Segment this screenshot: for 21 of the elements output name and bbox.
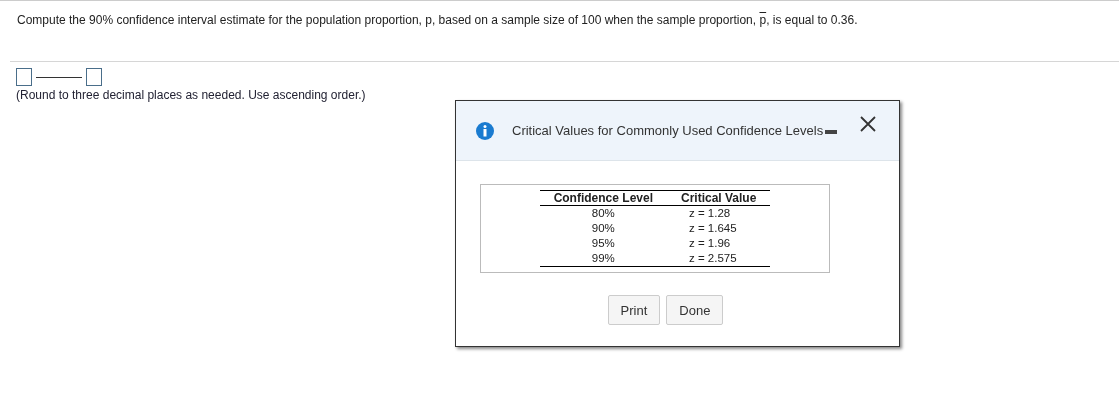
close-icon[interactable] (859, 115, 877, 133)
table-cell-text: 95% (590, 236, 616, 251)
table-cell: z = 1.28 (667, 205, 771, 221)
range-dash (36, 76, 82, 78)
answer-box[interactable] (86, 68, 102, 86)
answer-box[interactable] (16, 68, 32, 86)
table-cell: z = 2.575 (667, 251, 771, 267)
info-icon (476, 121, 494, 140)
table-cell-text: z = 1.96 (688, 236, 732, 251)
done-button[interactable]: Done (666, 295, 724, 325)
hint-text: (Round to three decimal places as needed. Use ascending order.) (16, 88, 367, 103)
print-button[interactable]: Print (607, 295, 661, 325)
table-cell-text: z = 1.645 (688, 221, 738, 236)
table-cell: 99% (539, 251, 667, 267)
dialog-title: Critical Values for Commonly Used Confidence Levels (512, 123, 824, 138)
question-text: Compute the 90% confidence interval estimate for the population proportion, p, based on a sample size of 100 when the sample proportion, p, is equal to 0.36. (17, 12, 859, 28)
column-header: Critical Value (667, 190, 771, 206)
table-cell: 80% (539, 205, 667, 221)
minimize-icon[interactable] (825, 128, 838, 135)
table-cell-text: 90% (590, 221, 616, 236)
column-header: Confidence Level (539, 190, 667, 206)
